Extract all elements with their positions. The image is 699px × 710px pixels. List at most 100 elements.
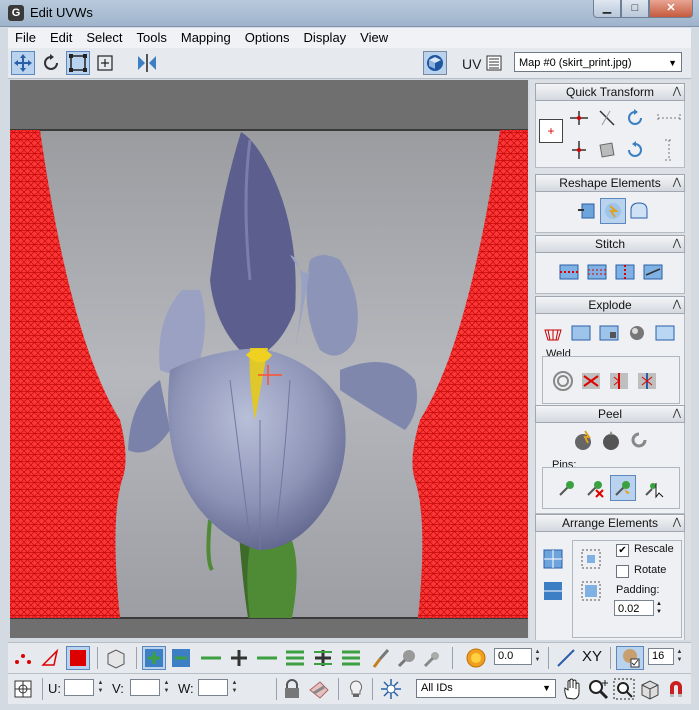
rotate-plus-90-icon[interactable] [622, 105, 648, 131]
rotate-minus-90-icon[interactable] [622, 137, 648, 163]
edge-loop-grow-icon[interactable] [198, 646, 224, 670]
weld-vertices-icon[interactable] [634, 368, 660, 394]
uv-label[interactable]: UV [462, 56, 481, 72]
break-icon[interactable] [540, 320, 566, 346]
arrange-elements-header[interactable]: Arrange Elements ⋀ [535, 514, 685, 532]
paint-select-icon[interactable] [368, 646, 394, 670]
stitch-to-target-icon[interactable] [556, 259, 582, 285]
reshape-elements-header[interactable]: Reshape Elements ⋀ [535, 174, 685, 192]
v-spinner[interactable]: ▲ ▼ [162, 679, 171, 696]
u-coordinate-field[interactable] [64, 679, 94, 696]
soft-selection-value[interactable]: 0.0 [494, 648, 532, 665]
move-icon[interactable] [11, 51, 35, 75]
menu-edit[interactable]: Edit [43, 28, 79, 48]
u-spinner[interactable]: ▲ ▼ [96, 679, 105, 696]
vertex-select-icon[interactable] [11, 646, 35, 670]
polygon-select-icon[interactable] [66, 646, 90, 670]
collapse-icon[interactable]: ⋀ [673, 236, 681, 252]
grid-snap-icon[interactable] [616, 646, 644, 670]
falloff-type-icon[interactable] [554, 646, 578, 670]
stitch-custom-icon[interactable] [640, 259, 666, 285]
align-horizontal-icon[interactable] [566, 105, 592, 131]
paint-select-shrink-icon[interactable] [420, 646, 446, 670]
auto-pin-moved-icon[interactable] [610, 475, 636, 501]
menu-mapping[interactable]: Mapping [174, 28, 238, 48]
stitch-to-source-icon[interactable] [612, 259, 638, 285]
flatten-by-material-icon[interactable] [652, 320, 678, 346]
collapse-icon[interactable]: ⋀ [673, 175, 681, 191]
close-button[interactable]: ✕ [649, 0, 693, 18]
mirror-icon[interactable] [135, 51, 159, 75]
texture-map-dropdown[interactable]: Map #0 (skirt_print.jpg) ▼ [514, 52, 682, 72]
pack-normalize-icon[interactable] [578, 546, 604, 572]
collapse-icon[interactable]: ⋀ [673, 515, 681, 531]
collapse-icon[interactable]: ⋀ [673, 84, 681, 100]
grid-value-field[interactable]: 16 [648, 648, 674, 665]
detach-icon[interactable] [568, 320, 594, 346]
menu-tools[interactable]: Tools [130, 28, 174, 48]
edge-loop-shrink-icon[interactable] [254, 646, 280, 670]
uv-editor-viewport[interactable] [10, 80, 528, 638]
collapse-icon[interactable]: ⋀ [673, 297, 681, 313]
texture-checker-icon[interactable] [423, 51, 447, 75]
align-center-icon[interactable]: + [539, 119, 563, 143]
zoom-region-icon[interactable] [612, 677, 636, 701]
straighten-selection-icon[interactable] [574, 198, 600, 224]
quick-peel-icon[interactable] [570, 427, 596, 453]
soft-selection-spinner[interactable]: ▲ ▼ [533, 648, 542, 665]
quick-transform-header[interactable]: Quick Transform ⋀ [535, 83, 685, 101]
edge-loop-plus-icon[interactable] [226, 646, 252, 670]
lock-selection-icon[interactable] [280, 677, 304, 701]
xy-space-label[interactable]: XY [582, 648, 602, 665]
reset-peel-icon[interactable] [626, 427, 652, 453]
padding-input[interactable]: 0.02 [614, 600, 654, 616]
rescale-checkbox[interactable]: ✔ [616, 544, 629, 557]
menu-view[interactable]: View [353, 28, 395, 48]
select-pinned-icon[interactable] [642, 475, 668, 501]
v-coordinate-field[interactable] [130, 679, 160, 696]
space-horizontal-icon[interactable] [654, 105, 684, 131]
edge-ring-plus-icon[interactable] [310, 646, 336, 670]
menu-select[interactable]: Select [79, 28, 129, 48]
stitch-header[interactable]: Stitch ⋀ [535, 235, 685, 253]
show-map-icon[interactable] [344, 677, 368, 701]
hide-unselected-icon[interactable] [306, 677, 332, 701]
select-element-icon[interactable] [104, 646, 128, 670]
shrink-selection-icon[interactable] [169, 646, 193, 670]
collapse-icon[interactable]: ⋀ [673, 406, 681, 422]
w-spinner[interactable]: ▲ ▼ [230, 679, 239, 696]
grow-selection-icon[interactable] [142, 646, 166, 670]
scale-icon[interactable] [66, 51, 90, 75]
rotate-checkbox[interactable] [616, 565, 629, 578]
weld-selected-icon[interactable] [550, 368, 576, 394]
pack-together-icon[interactable] [540, 578, 566, 604]
minimize-button[interactable]: ▁ [593, 0, 621, 18]
straighten-icon[interactable] [594, 137, 620, 163]
material-id-filter-dropdown[interactable]: All IDs ▼ [416, 679, 556, 698]
padding-spinner[interactable]: ▲ ▼ [656, 600, 662, 616]
maximize-button[interactable]: □ [621, 0, 649, 18]
rotate-icon[interactable] [39, 51, 63, 75]
pack-rescale-icon[interactable] [578, 578, 604, 604]
relax-settings-icon[interactable] [626, 198, 652, 224]
align-vertical-icon[interactable] [566, 137, 592, 163]
menu-options[interactable]: Options [238, 28, 297, 48]
stitch-average-icon[interactable] [584, 259, 610, 285]
edge-ring-grow-icon[interactable] [282, 646, 308, 670]
peel-mode-icon[interactable] [598, 427, 624, 453]
w-coordinate-field[interactable] [198, 679, 228, 696]
soft-selection-icon[interactable] [464, 646, 488, 670]
absolute-offset-icon[interactable] [11, 677, 35, 701]
edge-ring-shrink-icon[interactable] [338, 646, 364, 670]
flatten-by-polygon-icon[interactable] [596, 320, 622, 346]
filter-selected-faces-icon[interactable] [378, 677, 404, 701]
peel-header[interactable]: Peel ⋀ [535, 405, 685, 423]
snap-magnet-icon[interactable] [664, 677, 688, 701]
edge-select-icon[interactable] [38, 646, 62, 670]
weld-edges-icon[interactable] [606, 368, 632, 394]
grid-value-spinner[interactable]: ▲ ▼ [675, 648, 684, 665]
align-diagonal-icon[interactable] [594, 105, 620, 131]
pin-selected-icon[interactable] [554, 475, 580, 501]
paint-select-grow-icon[interactable] [394, 646, 420, 670]
freeform-icon[interactable] [93, 51, 117, 75]
